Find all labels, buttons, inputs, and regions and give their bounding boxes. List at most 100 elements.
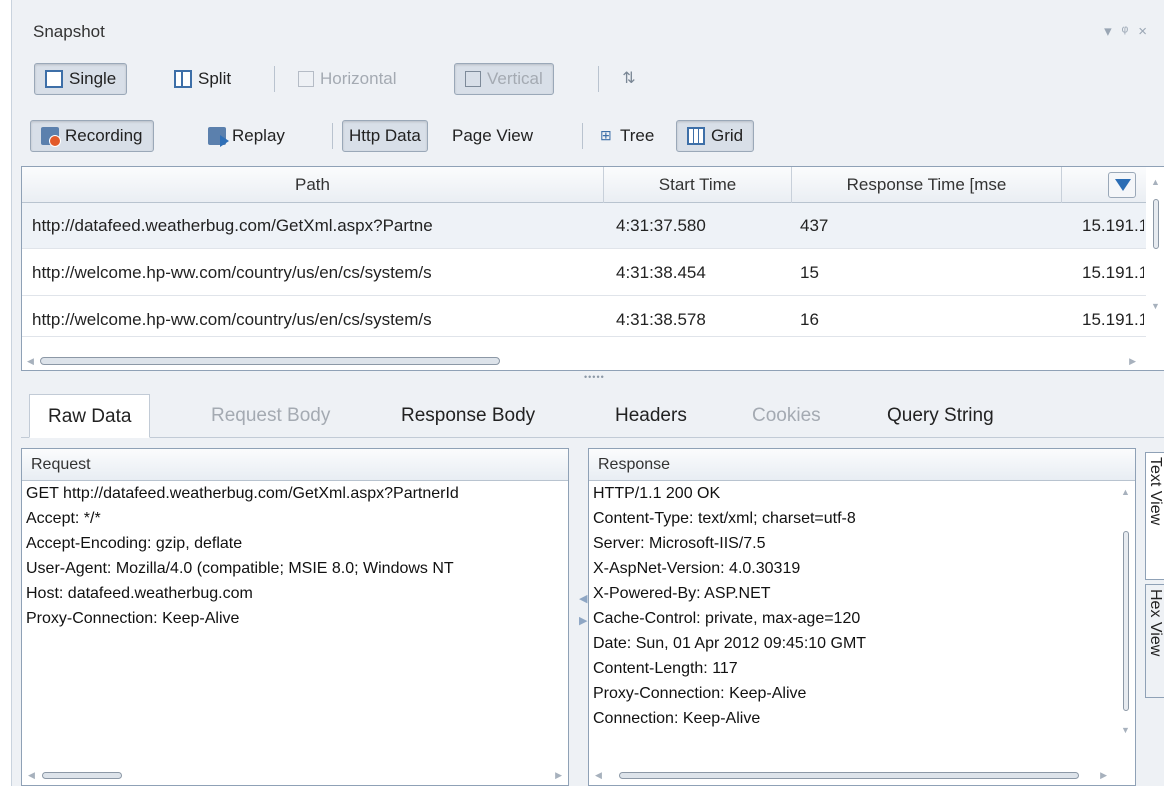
response-line: Connection: Keep-Alive [593, 710, 761, 727]
cell-path: http://datafeed.weatherbug.com/GetXml.as… [32, 216, 433, 235]
response-line: Server: Microsoft-IIS/7.5 [593, 535, 766, 552]
request-line: GET http://datafeed.weatherbug.com/GetXm… [26, 485, 459, 502]
scroll-thumb[interactable] [1123, 531, 1129, 711]
page-view-button[interactable]: Page View [446, 120, 539, 152]
split-button[interactable]: Split [164, 63, 241, 95]
response-pane: Response HTTP/1.1 200 OK Content-Type: t… [588, 448, 1136, 786]
response-line: Date: Sun, 01 Apr 2012 09:45:10 GMT [593, 635, 867, 652]
cell-path: http://welcome.hp-ww.com/country/us/en/c… [32, 263, 432, 282]
scroll-left-icon[interactable]: ◀ [595, 770, 602, 781]
response-horizontal-scrollbar[interactable]: ◀ ▶ [589, 765, 1135, 785]
view-toolbar: Recording Replay Http Data Page View ⊞ T… [12, 113, 1164, 157]
request-horizontal-scrollbar[interactable]: ◀ ▶ [22, 765, 568, 785]
split-label: Split [198, 69, 232, 88]
tab-text-view[interactable]: Text View [1145, 452, 1164, 580]
tab-headers[interactable]: Headers [615, 394, 687, 438]
scroll-thumb[interactable] [42, 772, 122, 779]
scroll-thumb[interactable] [40, 357, 500, 365]
table-row[interactable]: http://welcome.hp-ww.com/country/us/en/c… [22, 297, 1164, 337]
request-line: User-Agent: Mozilla/4.0 (compatible; MSI… [26, 560, 454, 577]
tab-query-string[interactable]: Query String [887, 394, 994, 438]
horizontal-button[interactable]: Horizontal [288, 63, 407, 95]
grid-horizontal-scrollbar[interactable]: ◀ ▶ [22, 352, 1164, 370]
response-line: HTTP/1.1 200 OK [593, 485, 721, 502]
hex-view-label: Hex View [1147, 589, 1164, 657]
response-line: Content-Length: 117 [593, 660, 738, 677]
tree-icon: ⊞ [600, 127, 612, 143]
scroll-up-icon[interactable]: ▲ [1151, 177, 1160, 187]
splitter-handle[interactable]: ••••• [584, 372, 605, 382]
window-controls: ▾ᵠ× [1104, 22, 1157, 40]
column-header-response-time[interactable]: Response Time [mse [792, 167, 1062, 203]
cell-ip: 15.191.1 [1082, 216, 1144, 235]
collapse-right-icon[interactable]: ▶ [579, 610, 587, 632]
tab-hex-view[interactable]: Hex View [1145, 584, 1164, 698]
close-icon[interactable]: × [1138, 23, 1157, 40]
sync-icon: ⇅ [622, 70, 636, 87]
scroll-up-icon[interactable]: ▲ [1121, 487, 1130, 497]
http-data-button[interactable]: Http Data [342, 120, 428, 152]
scroll-down-icon[interactable]: ▼ [1121, 725, 1130, 735]
toolbar-divider [332, 123, 333, 149]
tab-request-body[interactable]: Request Body [211, 394, 330, 438]
toolbar-divider [274, 66, 275, 92]
vertical-label: Vertical [487, 69, 543, 88]
scroll-left-icon[interactable]: ◀ [28, 770, 35, 781]
request-line: Accept-Encoding: gzip, deflate [26, 535, 243, 552]
scroll-right-icon[interactable]: ▶ [1100, 770, 1107, 781]
vertical-button[interactable]: Vertical [454, 63, 554, 95]
tree-button[interactable]: ⊞ Tree [590, 120, 664, 152]
filter-icon[interactable] [1108, 172, 1136, 198]
scroll-thumb[interactable] [619, 772, 1079, 779]
detail-tabs: Raw Data Request Body Response Body Head… [21, 390, 1164, 438]
response-vertical-scrollbar[interactable]: ▲ ▼ [1115, 481, 1135, 781]
horizontal-label: Horizontal [320, 69, 397, 88]
tab-cookies[interactable]: Cookies [752, 394, 821, 438]
dropdown-icon[interactable]: ▾ [1104, 23, 1122, 40]
response-header: Response [589, 449, 1135, 481]
snapshot-panel: Snapshot ▾ᵠ× Single Split Horizontal Ver… [11, 0, 1164, 786]
panel-titlebar: Snapshot ▾ᵠ× [12, 8, 1164, 54]
table-row[interactable]: http://datafeed.weatherbug.com/GetXml.as… [22, 203, 1164, 249]
split-pane-icon [174, 70, 192, 88]
toolbar-divider [598, 66, 599, 92]
vertical-layout-icon [465, 71, 481, 87]
grid-header: Path Start Time Response Time [mse [22, 167, 1164, 203]
layout-toolbar: Single Split Horizontal Vertical ⇅ [12, 56, 1164, 100]
tree-label: Tree [620, 126, 655, 145]
table-row[interactable]: http://welcome.hp-ww.com/country/us/en/c… [22, 250, 1164, 296]
single-button[interactable]: Single [34, 63, 128, 95]
scroll-thumb[interactable] [1153, 199, 1159, 249]
sync-button[interactable]: ⇅ [610, 63, 648, 95]
recording-icon [41, 127, 61, 147]
scroll-right-icon[interactable]: ▶ [555, 770, 562, 781]
cell-path: http://welcome.hp-ww.com/country/us/en/c… [32, 310, 432, 329]
request-pane: Request GET http://datafeed.weatherbug.c… [21, 448, 569, 786]
scroll-left-icon[interactable]: ◀ [27, 356, 34, 367]
response-line: X-Powered-By: ASP.NET [593, 585, 771, 602]
cell-ip: 15.191.1 [1082, 263, 1144, 282]
column-header-start-time[interactable]: Start Time [604, 167, 792, 203]
request-line: Host: datafeed.weatherbug.com [26, 585, 253, 602]
replay-button[interactable]: Replay [198, 120, 295, 152]
cell-start-time: 4:31:37.580 [616, 216, 706, 235]
pin-icon[interactable]: ᵠ [1122, 23, 1139, 40]
cell-response-time: 15 [800, 263, 819, 282]
request-line: Accept: */* [26, 510, 101, 527]
replay-label: Replay [232, 126, 285, 145]
cell-ip: 15.191.1 [1082, 310, 1144, 329]
tab-raw-data[interactable]: Raw Data [29, 394, 151, 438]
grid-button[interactable]: Grid [676, 120, 755, 152]
scroll-down-icon[interactable]: ▼ [1151, 301, 1160, 311]
cell-response-time: 16 [800, 310, 819, 329]
page-view-label: Page View [452, 126, 533, 145]
horizontal-layout-icon [298, 71, 314, 87]
recording-button[interactable]: Recording [30, 120, 154, 152]
collapse-left-icon[interactable]: ◀ [579, 588, 587, 610]
pane-collapse-arrows[interactable]: ◀ ▶ [579, 588, 587, 632]
tab-response-body[interactable]: Response Body [401, 394, 535, 438]
scroll-right-icon[interactable]: ▶ [1129, 356, 1136, 367]
grid-vertical-scrollbar[interactable]: ▲ ▼ [1146, 167, 1164, 370]
panel-title: Snapshot [33, 22, 105, 41]
column-header-path[interactable]: Path [22, 167, 604, 203]
